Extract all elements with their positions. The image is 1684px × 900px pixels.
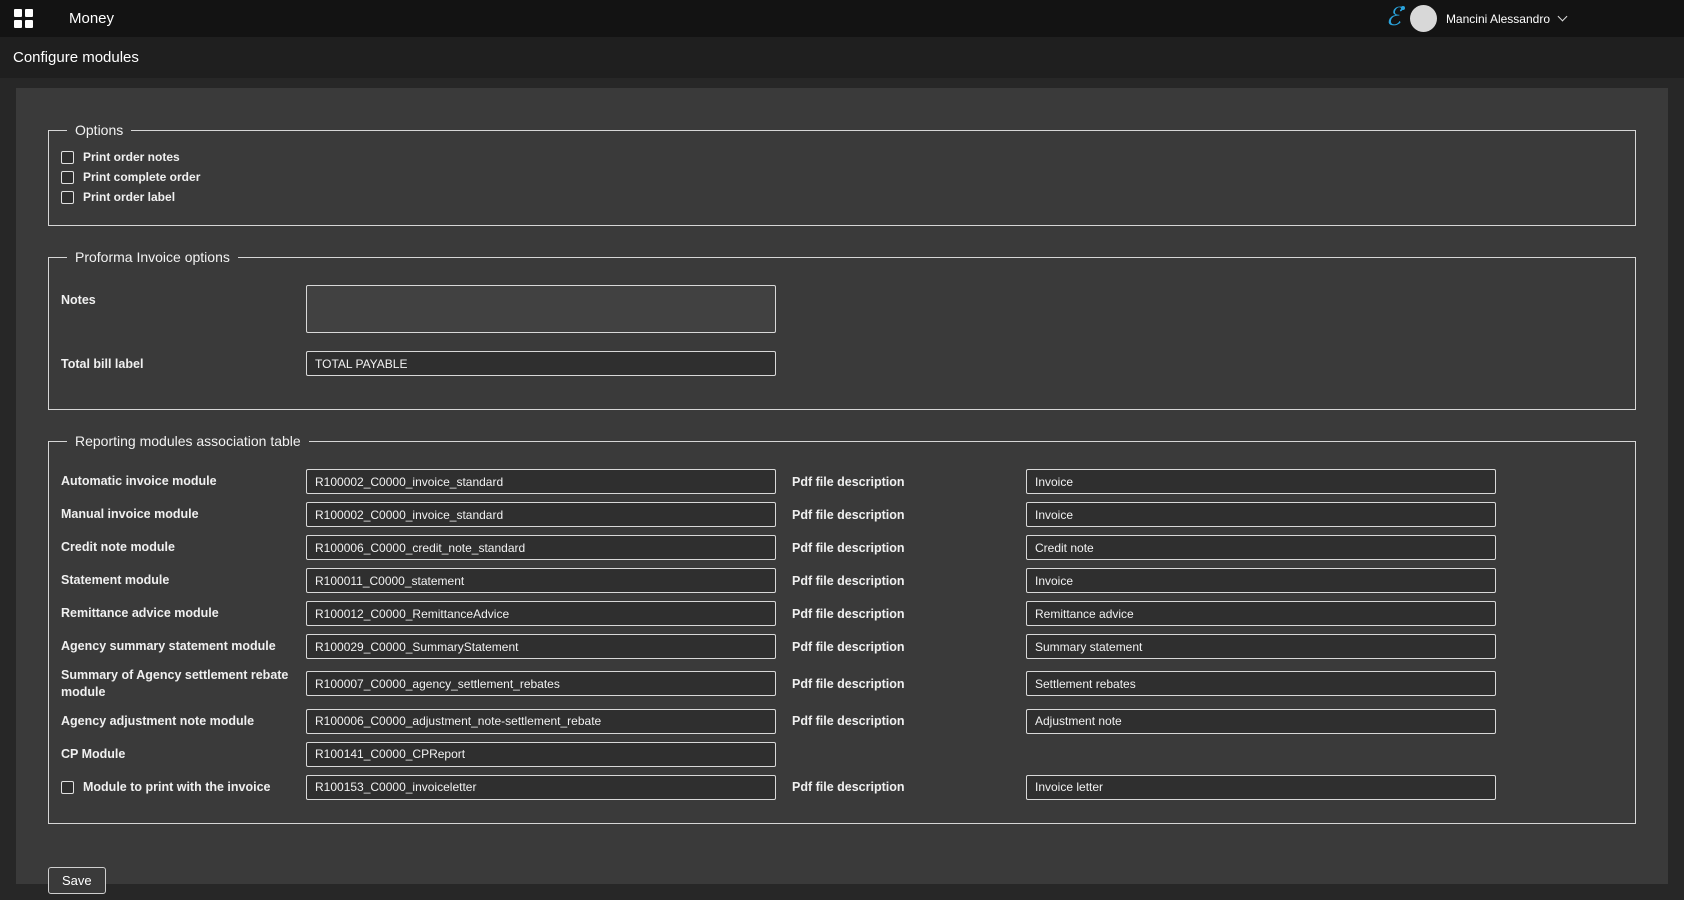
option-checkbox-label: Print order label	[83, 190, 175, 204]
option-checkbox[interactable]	[61, 151, 74, 164]
module-code-input[interactable]	[306, 709, 776, 734]
total-bill-label: Total bill label	[61, 357, 306, 371]
module-label: Remittance advice module	[61, 605, 306, 622]
pdf-file-description-label: Pdf file description	[776, 780, 1026, 794]
pdf-description-input[interactable]	[1026, 671, 1496, 696]
avatar[interactable]	[1410, 5, 1437, 32]
option-checkbox-label: Print complete order	[83, 170, 200, 184]
module-label-text: Manual invoice module	[61, 506, 199, 523]
module-label-text: Statement module	[61, 572, 169, 589]
module-label: Statement module	[61, 572, 306, 589]
brand-logo-icon: ℰ	[1386, 5, 1401, 30]
page-header: Configure modules	[0, 37, 1684, 78]
notes-textarea[interactable]	[306, 285, 776, 333]
proforma-legend: Proforma Invoice options	[67, 249, 238, 265]
options-legend: Options	[67, 122, 131, 138]
pdf-file-description-label: Pdf file description	[776, 677, 1026, 691]
module-label-text: Agency adjustment note module	[61, 713, 254, 730]
user-name[interactable]: Mancini Alessandro	[1446, 12, 1550, 26]
pdf-file-description-label: Pdf file description	[776, 475, 1026, 489]
reporting-row: Agency summary statement module Pdf file …	[61, 634, 1623, 659]
module-code-input[interactable]	[306, 535, 776, 560]
module-label: CP Module	[61, 746, 306, 763]
pdf-file-description-label: Pdf file description	[776, 508, 1026, 522]
module-label: Agency summary statement module	[61, 638, 306, 655]
apps-grid-square	[14, 9, 22, 17]
module-label: Automatic invoice module	[61, 473, 306, 490]
module-code-input[interactable]	[306, 742, 776, 767]
pdf-file-description-label: Pdf file description	[776, 607, 1026, 621]
reporting-row: Credit note module Pdf file description	[61, 535, 1623, 560]
module-label: Manual invoice module	[61, 506, 306, 523]
pdf-file-description-label: Pdf file description	[776, 574, 1026, 588]
module-label-text: Automatic invoice module	[61, 473, 217, 490]
option-checkbox-row[interactable]: Print order notes	[61, 150, 180, 164]
module-label: Credit note module	[61, 539, 306, 556]
module-label-text: Summary of Agency settlement rebate modu…	[61, 667, 296, 701]
page-title: Configure modules	[13, 49, 139, 66]
module-label-text: Credit note module	[61, 539, 175, 556]
proforma-invoice-fieldset: Proforma Invoice options Notes Total bil…	[48, 249, 1636, 410]
options-checkbox-list: Print order notes Print complete order Pri…	[61, 150, 1623, 204]
module-code-input[interactable]	[306, 634, 776, 659]
content-area: Options Print order notes Print complete …	[0, 78, 1684, 900]
apps-grid-icon[interactable]	[14, 9, 33, 28]
option-checkbox[interactable]	[61, 191, 74, 204]
module-label-text: CP Module	[61, 746, 125, 763]
apps-grid-square	[25, 20, 33, 28]
module-label: Summary of Agency settlement rebate modu…	[61, 667, 306, 701]
pdf-file-description-label: Pdf file description	[776, 714, 1026, 728]
reporting-modules-fieldset: Reporting modules association table Auto…	[48, 433, 1636, 824]
module-label: Module to print with the invoice	[61, 779, 306, 796]
pdf-description-input[interactable]	[1026, 634, 1496, 659]
pdf-file-description-label: Pdf file description	[776, 541, 1026, 555]
reporting-row: Manual invoice module Pdf file descriptio…	[61, 502, 1623, 527]
notes-row: Notes	[61, 285, 1623, 333]
apps-grid-square	[25, 9, 33, 17]
module-code-input[interactable]	[306, 469, 776, 494]
notes-label: Notes	[61, 285, 306, 307]
module-label-text: Remittance advice module	[61, 605, 219, 622]
pdf-description-input[interactable]	[1026, 469, 1496, 494]
pdf-description-input[interactable]	[1026, 535, 1496, 560]
module-code-input[interactable]	[306, 601, 776, 626]
option-checkbox-row[interactable]: Print complete order	[61, 170, 200, 184]
reporting-row: CP Module	[61, 742, 1623, 767]
module-code-input[interactable]	[306, 671, 776, 696]
reporting-row: Statement module Pdf file description	[61, 568, 1623, 593]
reporting-row: Module to print with the invoice Pdf file…	[61, 775, 1623, 800]
module-print-checkbox[interactable]	[61, 781, 74, 794]
reporting-row: Agency adjustment note module Pdf file de…	[61, 709, 1623, 734]
pdf-description-input[interactable]	[1026, 502, 1496, 527]
pdf-description-input[interactable]	[1026, 775, 1496, 800]
options-fieldset: Options Print order notes Print complete …	[48, 122, 1636, 226]
module-label-text: Module to print with the invoice	[83, 779, 271, 796]
module-code-input[interactable]	[306, 502, 776, 527]
app-title: Money	[69, 10, 114, 27]
total-bill-input[interactable]	[306, 351, 776, 376]
reporting-row: Remittance advice module Pdf file descrip…	[61, 601, 1623, 626]
apps-grid-square	[14, 20, 22, 28]
pdf-description-input[interactable]	[1026, 568, 1496, 593]
option-checkbox-label: Print order notes	[83, 150, 180, 164]
module-code-input[interactable]	[306, 775, 776, 800]
module-code-input[interactable]	[306, 568, 776, 593]
pdf-description-input[interactable]	[1026, 709, 1496, 734]
reporting-legend: Reporting modules association table	[67, 433, 309, 449]
topbar: Money ℰ Mancini Alessandro	[0, 0, 1684, 37]
module-label-text: Agency summary statement module	[61, 638, 276, 655]
reporting-row: Automatic invoice module Pdf file descrip…	[61, 469, 1623, 494]
save-button[interactable]: Save	[48, 867, 106, 894]
configure-modules-panel: Options Print order notes Print complete …	[16, 88, 1668, 884]
option-checkbox-row[interactable]: Print order label	[61, 190, 175, 204]
module-label: Agency adjustment note module	[61, 713, 306, 730]
pdf-description-input[interactable]	[1026, 601, 1496, 626]
topbar-user-area: ℰ Mancini Alessandro	[1386, 5, 1670, 32]
chevron-down-icon[interactable]	[1558, 12, 1568, 22]
reporting-rows: Automatic invoice module Pdf file descrip…	[61, 469, 1623, 800]
reporting-row: Summary of Agency settlement rebate modu…	[61, 667, 1623, 701]
option-checkbox[interactable]	[61, 171, 74, 184]
pdf-file-description-label: Pdf file description	[776, 640, 1026, 654]
total-bill-row: Total bill label	[61, 351, 1623, 376]
